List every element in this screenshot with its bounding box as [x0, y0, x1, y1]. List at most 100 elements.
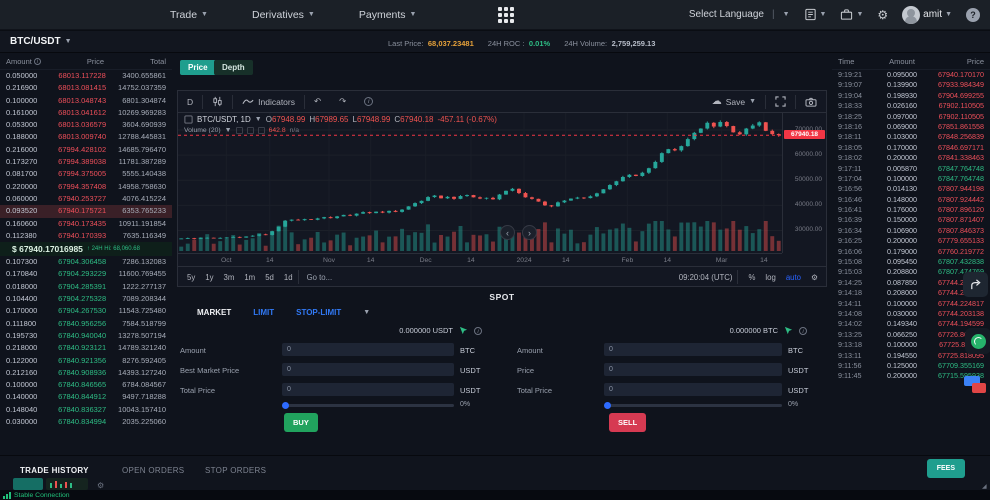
info-icon[interactable]: i [799, 327, 807, 335]
language-selector[interactable]: Select Language|▼ [689, 9, 790, 20]
axis-settings-gear-icon[interactable]: ⚙ [806, 273, 826, 282]
trade-row[interactable]: 9:14:020.14934067744.194599 [832, 319, 990, 329]
snapshot-button[interactable] [796, 91, 826, 112]
trade-row[interactable]: 9:14:110.10000067744.224817 [832, 299, 990, 309]
order-book-bid-row[interactable]: 0.03000067840.8349942035.225060 [0, 416, 172, 428]
order-book-ask-row[interactable]: 0.22000067994.35740814958.758630 [0, 181, 172, 193]
trade-row[interactable]: 9:19:070.13990067933.984349 [832, 80, 990, 90]
sell-price-input[interactable] [604, 363, 782, 376]
trade-row[interactable]: 9:18:160.06900067851.861558 [832, 122, 990, 132]
order-book-ask-row[interactable]: 0.16100068013.04161210269.969283 [0, 107, 172, 119]
trade-row[interactable]: 9:19:210.09500067940.170170 [832, 70, 990, 80]
info-icon[interactable]: i [474, 327, 482, 335]
orders-menu[interactable]: ▼ [804, 8, 827, 21]
settings-gear-icon[interactable]: ⚙ [877, 8, 888, 22]
scale-log-button[interactable]: log [760, 273, 780, 282]
trade-row[interactable]: 9:16:390.15000067807.871407 [832, 215, 990, 225]
order-book-bid-row[interactable]: 0.10000067840.8465656784.084567 [0, 379, 172, 391]
user-menu[interactable]: amit ▼ [902, 6, 952, 24]
range-5y[interactable]: 5y [182, 273, 200, 282]
cursor-icon[interactable] [784, 326, 793, 335]
trade-row[interactable]: 9:18:050.17000067846.697171 [832, 143, 990, 153]
indicators-button[interactable]: Indicators [233, 91, 304, 112]
trade-row[interactable]: 9:16:560.01413067807.944198 [832, 184, 990, 194]
order-book-ask-row[interactable]: 0.11238067940.1703937635.116349 [0, 230, 172, 242]
order-book-bid-row[interactable]: 0.14000067840.8449129497.718288 [0, 391, 172, 403]
trade-row[interactable]: 9:15:080.09545067807.432838 [832, 257, 990, 267]
tab-stop-orders[interactable]: STOP ORDERS [205, 466, 266, 475]
nav-derivatives[interactable]: Derivatives▼ [252, 9, 315, 21]
chart-info-button[interactable]: i [355, 91, 382, 112]
order-book-bid-row[interactable]: 0.10730067904.3064587286.132083 [0, 256, 172, 268]
trade-row[interactable]: 9:16:060.17900067760.219772 [832, 247, 990, 257]
buy-button[interactable]: BUY [284, 413, 318, 432]
sell-percent-slider[interactable] [604, 404, 782, 407]
pair-selector[interactable]: BTC/USDT▼ [0, 36, 72, 47]
nav-trade[interactable]: Trade▼ [170, 9, 208, 21]
scroll-left-button[interactable]: ‹ [500, 225, 515, 240]
order-book-ask-row[interactable]: 0.08170067994.3750055555.140438 [0, 168, 172, 180]
order-book-bid-row[interactable]: 0.14804067840.83632710043.157410 [0, 404, 172, 416]
chart-canvas[interactable]: 70000.0060000.0050000.0040000.0030000.00… [178, 113, 826, 253]
order-book-ask-row[interactable]: 0.09352067940.1757216353.765233 [0, 205, 172, 217]
buy-percent-slider[interactable] [282, 404, 454, 407]
trade-row[interactable]: 9:18:250.09700067902.110505 [832, 112, 990, 122]
tab-stop-limit[interactable]: STOP-LIMIT [296, 308, 341, 317]
time-axis[interactable]: Oct14Nov14Dec14202414Feb14Mar14 [178, 253, 782, 266]
buy-total-price-input[interactable] [282, 383, 454, 396]
sell-button[interactable]: SELL [609, 413, 646, 432]
order-book-ask-row[interactable]: 0.21600067994.42810214685.796470 [0, 144, 172, 156]
volume-legend-label[interactable]: Volume (20) [184, 127, 221, 134]
trade-row[interactable]: 9:18:020.20000067841.338463 [832, 153, 990, 163]
order-book-bid-row[interactable]: 0.12200067840.9213568276.592405 [0, 355, 172, 367]
fees-button[interactable]: FEES [927, 459, 965, 478]
order-book-ask-row[interactable]: 0.16060067940.17343510911.191854 [0, 218, 172, 230]
settings-icon[interactable] [247, 127, 254, 134]
order-book-bid-row[interactable]: 0.19573067840.94004013278.507194 [0, 330, 172, 342]
order-book-bid-row[interactable]: 0.21216067840.90893614393.127240 [0, 367, 172, 379]
sell-total-price-input[interactable] [604, 383, 782, 396]
candle-style-button[interactable] [203, 91, 232, 112]
sell-amount-input[interactable] [604, 343, 782, 356]
redo-button[interactable]: ↷ [330, 91, 355, 112]
slider-handle[interactable] [604, 402, 611, 409]
trade-row[interactable]: 9:16:410.17600067807.896120 [832, 205, 990, 215]
order-book-bid-row[interactable]: 0.10440067904.2753287089.208344 [0, 293, 172, 305]
range-5d[interactable]: 5d [260, 273, 279, 282]
trade-row[interactable]: 9:18:330.02616067902.110505 [832, 101, 990, 111]
chat-widget-button[interactable] [962, 374, 990, 400]
undo-button[interactable]: ↶ [305, 91, 330, 112]
trade-row[interactable]: 9:18:110.10300067848.256839 [832, 132, 990, 142]
scroll-right-button[interactable]: › [522, 225, 537, 240]
mid-price-bar[interactable]: $ 67940.17016985 ↑ 24H Hi: 68,060.68 [0, 242, 172, 256]
range-1d[interactable]: 1d [279, 273, 298, 282]
order-book-bid-row[interactable]: 0.21800067840.92312114789.321240 [0, 342, 172, 354]
cursor-icon[interactable] [459, 326, 468, 335]
range-1m[interactable]: 1m [239, 273, 260, 282]
order-book-bid-row[interactable]: 0.17000067904.26753011543.725480 [0, 305, 172, 317]
save-layout-button[interactable]: ☁ Save ▼ [703, 91, 765, 112]
eye-icon[interactable] [236, 127, 243, 134]
goto-date-button[interactable]: Go to... [299, 273, 341, 282]
support-widget-button[interactable] [965, 328, 990, 354]
wallet-menu[interactable]: ▼ [840, 8, 863, 21]
help-icon[interactable]: ? [966, 8, 980, 22]
clock-utc[interactable]: 09:20:04 (UTC) [679, 273, 733, 282]
apps-grid-icon[interactable] [498, 7, 514, 23]
trade-row[interactable]: 9:16:250.20000067779.655133 [832, 236, 990, 246]
order-book-ask-row[interactable]: 0.06000067940.2537274076.415224 [0, 193, 172, 205]
legend-symbol[interactable]: BTC/USDT, 1D [197, 115, 251, 124]
fullscreen-button[interactable] [766, 91, 795, 112]
tab-trade-history[interactable]: TRADE HISTORY [20, 466, 89, 475]
scale-percent-button[interactable]: % [743, 273, 760, 282]
tab-open-orders[interactable]: OPEN ORDERS [122, 466, 184, 475]
order-book-ask-row[interactable]: 0.05300068013.0365793604.690939 [0, 119, 172, 131]
tab-market[interactable]: MARKET [197, 308, 231, 317]
order-book-ask-row[interactable]: 0.21690068013.08141514752.037359 [0, 82, 172, 94]
clipped-price-tab[interactable] [13, 478, 43, 490]
order-book-ask-row[interactable]: 0.18800068013.00974012788.445831 [0, 131, 172, 143]
trade-row[interactable]: 9:17:110.00587067847.764748 [832, 164, 990, 174]
order-book-ask-row[interactable]: 0.17327067994.38903811781.387289 [0, 156, 172, 168]
price-axis[interactable]: 70000.0060000.0050000.0040000.0030000.00… [782, 113, 826, 253]
trade-row[interactable]: 9:14:080.03000067744.203138 [832, 309, 990, 319]
